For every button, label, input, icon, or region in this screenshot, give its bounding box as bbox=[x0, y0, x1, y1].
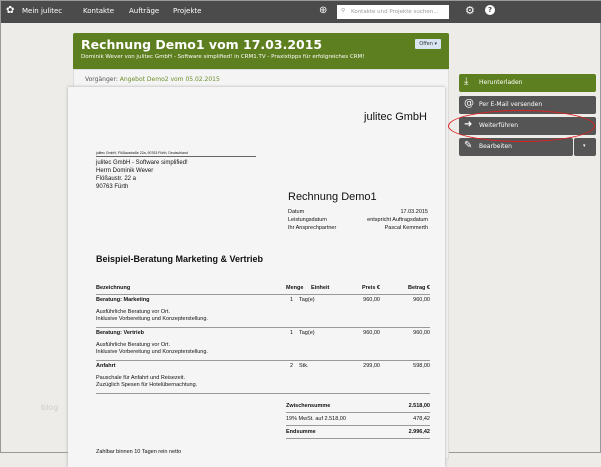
predecessor-link[interactable]: Angebot Demo2 vom 05.02.2015 bbox=[120, 76, 220, 83]
item-name: Anfahrt bbox=[96, 363, 116, 369]
document-title: Rechnung Demo1 bbox=[288, 191, 377, 203]
item-description: Inklusive Vorbereitung und Konzepterstel… bbox=[96, 349, 208, 355]
col-header: Bezeichnung bbox=[96, 285, 131, 291]
company-name: julitec GmbH bbox=[364, 111, 427, 123]
highlight-ellipse bbox=[448, 110, 595, 142]
col-header: Menge bbox=[286, 285, 304, 291]
sender-line: julitec GmbH, Flößaustraße 22a, 90763 Fü… bbox=[96, 151, 256, 157]
add-icon[interactable]: ⊕ bbox=[319, 5, 327, 16]
meta-value: 17.03.2015 bbox=[400, 209, 428, 215]
search-icon: ⚲ bbox=[341, 8, 346, 14]
item-price: 299,00 bbox=[363, 363, 380, 369]
search-input[interactable]: ⚲ Kontakte und Projekte suchen... bbox=[337, 5, 449, 19]
item-description: Zuzüglich Spesen für Hotelübernachtung. bbox=[96, 382, 198, 388]
page-subtitle: Dominik Wever von julitec GmbH - Softwar… bbox=[81, 54, 365, 60]
divider bbox=[286, 425, 430, 426]
button-label: Herunterladen bbox=[479, 79, 523, 86]
status-dropdown[interactable]: Offen ▾ bbox=[415, 39, 441, 49]
nav-auftraege[interactable]: Aufträge bbox=[129, 7, 159, 15]
meta-row: Leistungsdatum entspricht Auftragsdatum bbox=[288, 216, 428, 224]
item-amount: 960,00 bbox=[413, 297, 430, 303]
divider bbox=[96, 360, 430, 361]
divider bbox=[286, 438, 430, 439]
item-unit: Tag(e) bbox=[299, 330, 315, 336]
watermark: blog bbox=[41, 403, 59, 412]
address-line: 90763 Fürth bbox=[96, 184, 129, 190]
meta-table: Datum 17.03.2015 Leistungsdatum entspricht… bbox=[288, 208, 428, 232]
item-description: Ausführliche Beratung vor Ort. bbox=[96, 309, 170, 315]
item-description: Inklusive Vorbereitung und Konzepterstel… bbox=[96, 316, 208, 322]
item-price: 960,00 bbox=[363, 297, 380, 303]
item-name: Beratung: Vertrieb bbox=[96, 330, 144, 336]
subtotal-value: 2.518,00 bbox=[408, 403, 430, 409]
item-amount: 598,00 bbox=[413, 363, 430, 369]
table-row: Beratung: Vertrieb 1 Tag(e) 960,00 960,0… bbox=[96, 330, 430, 363]
item-description: Ausführliche Beratung vor Ort. bbox=[96, 342, 170, 348]
item-qty: 2 bbox=[289, 363, 293, 369]
address-line: Flößaustr. 22 a bbox=[96, 176, 137, 182]
payment-terms: Zahlbar binnen 10 Tagen rein netto bbox=[96, 449, 182, 455]
col-header: Einheit bbox=[311, 285, 330, 291]
recipient-address: julitec GmbH - Software simplified! Herr… bbox=[96, 159, 188, 191]
edit-dropdown-toggle[interactable]: ▾ bbox=[574, 138, 596, 156]
download-button[interactable]: ⤓ Herunterladen bbox=[459, 74, 596, 92]
total-value: 2.996,42 bbox=[408, 429, 430, 435]
button-label: Per E-Mail versenden bbox=[479, 101, 543, 108]
meta-label: Ihr Ansprechpartner bbox=[288, 225, 337, 231]
logo-icon[interactable]: ✿ bbox=[6, 5, 14, 16]
button-label: Bearbeiten bbox=[479, 143, 512, 150]
address-line: julitec GmbH - Software simplified! bbox=[96, 160, 188, 166]
top-nav: ✿ Mein julitec Kontakte Aufträge Projekt… bbox=[1, 1, 601, 23]
meta-value: Pascal Kemmerth bbox=[384, 225, 428, 231]
nav-kontakte[interactable]: Kontakte bbox=[83, 7, 114, 15]
invoice-header: Rechnung Demo1 vom 17.03.2015 Dominik We… bbox=[73, 33, 449, 69]
subtotal-label: Zwischensumme bbox=[286, 403, 331, 409]
item-unit: Stk. bbox=[299, 363, 309, 369]
predecessor: Vorgänger: Angebot Demo2 vom 05.02.2015 bbox=[85, 76, 220, 83]
gear-icon[interactable]: ⚙ bbox=[465, 4, 475, 17]
item-qty: 1 bbox=[289, 297, 293, 303]
page-title: Rechnung Demo1 vom 17.03.2015 bbox=[81, 37, 323, 52]
pencil-icon: ✎ bbox=[464, 140, 473, 151]
col-header: Betrag € bbox=[407, 285, 430, 291]
meta-value: entspricht Auftragsdatum bbox=[367, 217, 428, 223]
meta-label: Datum bbox=[288, 209, 305, 215]
at-icon: @ bbox=[464, 98, 474, 109]
table-row: Anfahrt 2 Stk. 299,00 598,00 Pauschale f… bbox=[96, 363, 430, 396]
address-line: Herrn Dominik Wever bbox=[96, 168, 154, 174]
vat-label: 19% MwSt. auf 2.518,00 bbox=[286, 416, 346, 422]
help-icon[interactable]: ? bbox=[485, 5, 495, 15]
col-header: Preis € bbox=[361, 285, 380, 291]
item-price: 960,00 bbox=[363, 330, 380, 336]
item-description: Pauschale für Anfahrt und Reisezeit. bbox=[96, 375, 185, 381]
table-row: Beratung: Marketing 1 Tag(e) 960,00 960,… bbox=[96, 297, 430, 330]
search-placeholder: Kontakte und Projekte suchen... bbox=[351, 9, 439, 15]
vat-value: 478,42 bbox=[413, 416, 430, 422]
section-heading: Beispiel-Beratung Marketing & Vertrieb bbox=[96, 254, 264, 264]
predecessor-label: Vorgänger: bbox=[85, 76, 118, 83]
nav-home[interactable]: Mein julitec bbox=[22, 7, 62, 15]
download-icon: ⤓ bbox=[464, 76, 469, 87]
item-name: Beratung: Marketing bbox=[96, 297, 150, 303]
item-amount: 960,00 bbox=[413, 330, 430, 336]
divider bbox=[286, 412, 430, 413]
invoice-document: julitec GmbH julitec GmbH, Flößaustraße … bbox=[68, 87, 445, 467]
item-qty: 1 bbox=[289, 330, 293, 336]
total-label: Endsumme bbox=[286, 429, 316, 435]
divider bbox=[96, 327, 430, 328]
meta-row: Datum 17.03.2015 bbox=[288, 208, 428, 216]
nav-projekte[interactable]: Projekte bbox=[173, 7, 201, 15]
meta-label: Leistungsdatum bbox=[288, 217, 327, 223]
item-unit: Tag(e) bbox=[299, 297, 315, 303]
meta-row: Ihr Ansprechpartner Pascal Kemmerth bbox=[288, 224, 428, 232]
divider bbox=[96, 393, 430, 394]
divider bbox=[96, 294, 430, 295]
